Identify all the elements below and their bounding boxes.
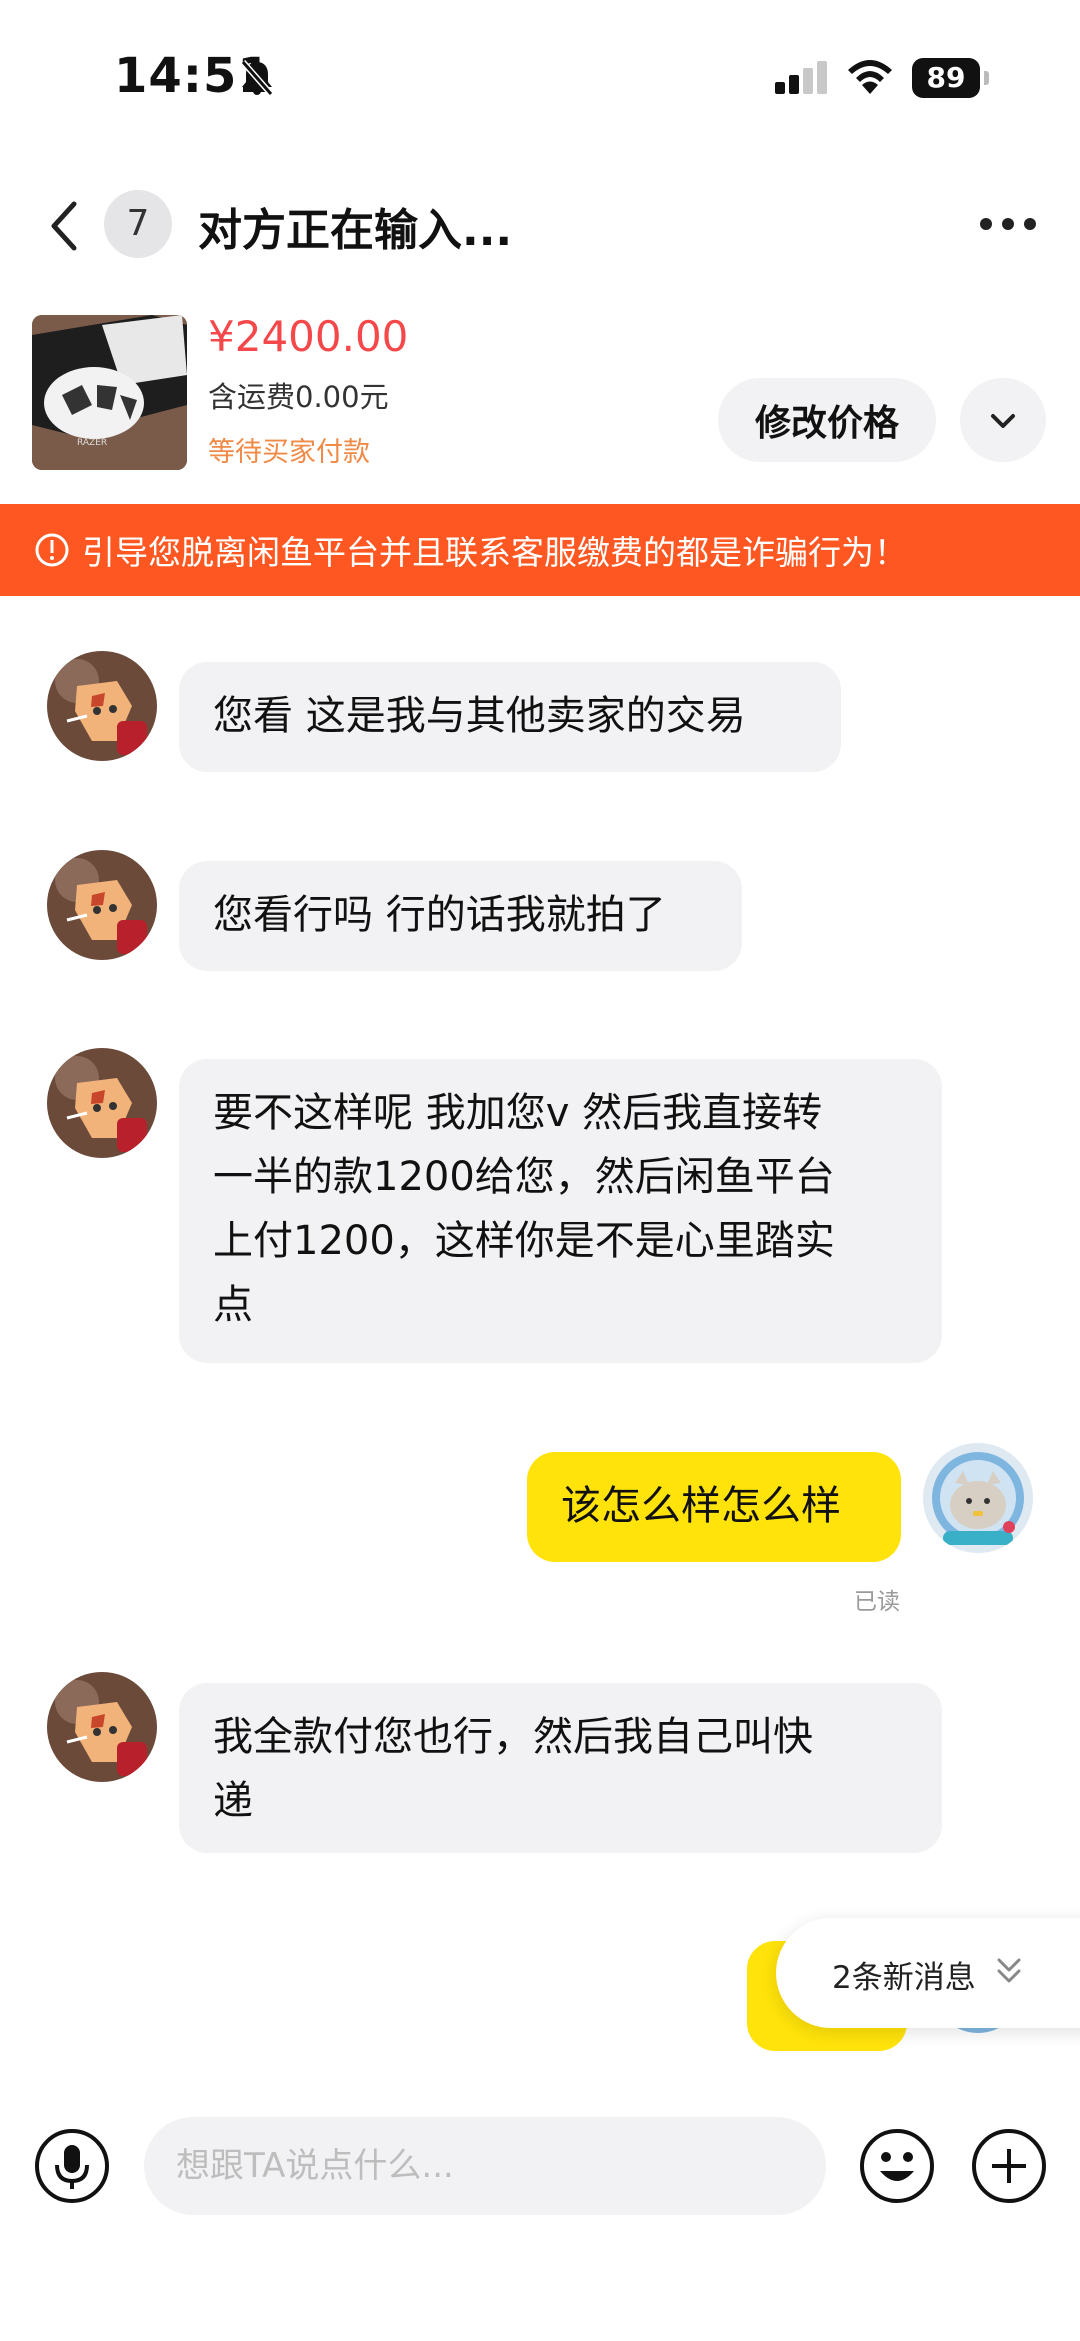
chat-screen: 14:51 89 7 对方正在输入... RAZER ¥2400.00 含运费0… [0,0,1080,2341]
new-messages-label: 2条新消息 [832,1960,976,1996]
message-line: 上付1200，这样你是不是心里踏实 [213,1218,835,1264]
avatar[interactable] [47,1672,157,1782]
product-shipping: 含运费0.00元 [208,380,389,414]
order-status: 等待买家付款 [208,437,370,468]
page-title: 对方正在输入... [198,205,513,256]
avatar[interactable] [47,1048,157,1158]
product-thumbnail[interactable]: RAZER [32,315,187,470]
avatar[interactable] [47,651,157,761]
message-input[interactable] [144,2117,826,2215]
status-bar: 14:51 89 [0,0,1080,150]
my-avatar[interactable] [923,1443,1033,1553]
warning-text: 引导您脱离闲鱼平台并且联系客服缴费的都是诈骗行为！ [82,533,907,572]
wifi-icon [846,58,894,100]
message-line: 点 [213,1282,253,1328]
emoji-icon[interactable] [858,2127,936,2209]
message-line: 一半的款1200给您，然后闲鱼平台 [213,1154,835,1200]
signal-icon [775,60,831,100]
message-bubble-incoming[interactable]: 您看行吗 行的话我就拍了 [179,861,742,971]
chevron-down-icon [991,414,1015,428]
unread-count-badge[interactable]: 7 [104,190,172,258]
message-bubble-incoming[interactable]: 您看 这是我与其他卖家的交易 [179,662,841,772]
battery-icon: 89 [912,58,989,98]
double-chevron-down-icon [994,1954,1024,1992]
message-line: 递 [213,1778,253,1824]
mic-icon[interactable] [33,2127,111,2209]
expand-button[interactable] [960,378,1046,462]
avatar[interactable] [47,850,157,960]
message-line: 我全款付您也行，然后我自己叫快 [213,1714,813,1760]
new-messages-button[interactable]: 2条新消息 [776,1918,1080,2028]
edit-price-button[interactable]: 修改价格 [718,378,936,462]
warning-icon [34,532,70,572]
svg-text:RAZER: RAZER [77,438,107,448]
read-receipt: 已读 [854,1589,900,1615]
more-icon[interactable] [978,210,1038,242]
fraud-warning-banner: 引导您脱离闲鱼平台并且联系客服缴费的都是诈骗行为！ [0,504,1080,596]
message-text: 您看行吗 行的话我就拍了 [213,892,666,938]
message-text: 您看 这是我与其他卖家的交易 [213,693,746,739]
message-line: 要不这样呢 我加您v 然后我直接转 [213,1090,823,1136]
message-bubble-incoming[interactable]: 我全款付您也行，然后我自己叫快 递 [179,1683,942,1853]
bell-slash-icon [237,58,277,102]
message-bubble-incoming[interactable]: 要不这样呢 我加您v 然后我直接转 一半的款1200给您，然后闲鱼平台 上付12… [179,1059,942,1363]
back-icon[interactable] [44,198,84,258]
plus-icon[interactable] [970,2127,1048,2209]
message-bubble-outgoing[interactable]: 该怎么样怎么样 [527,1452,901,1562]
product-price: ¥2400.00 [208,312,409,361]
battery-level: 89 [926,61,966,94]
message-text: 该怎么样怎么样 [561,1483,841,1529]
